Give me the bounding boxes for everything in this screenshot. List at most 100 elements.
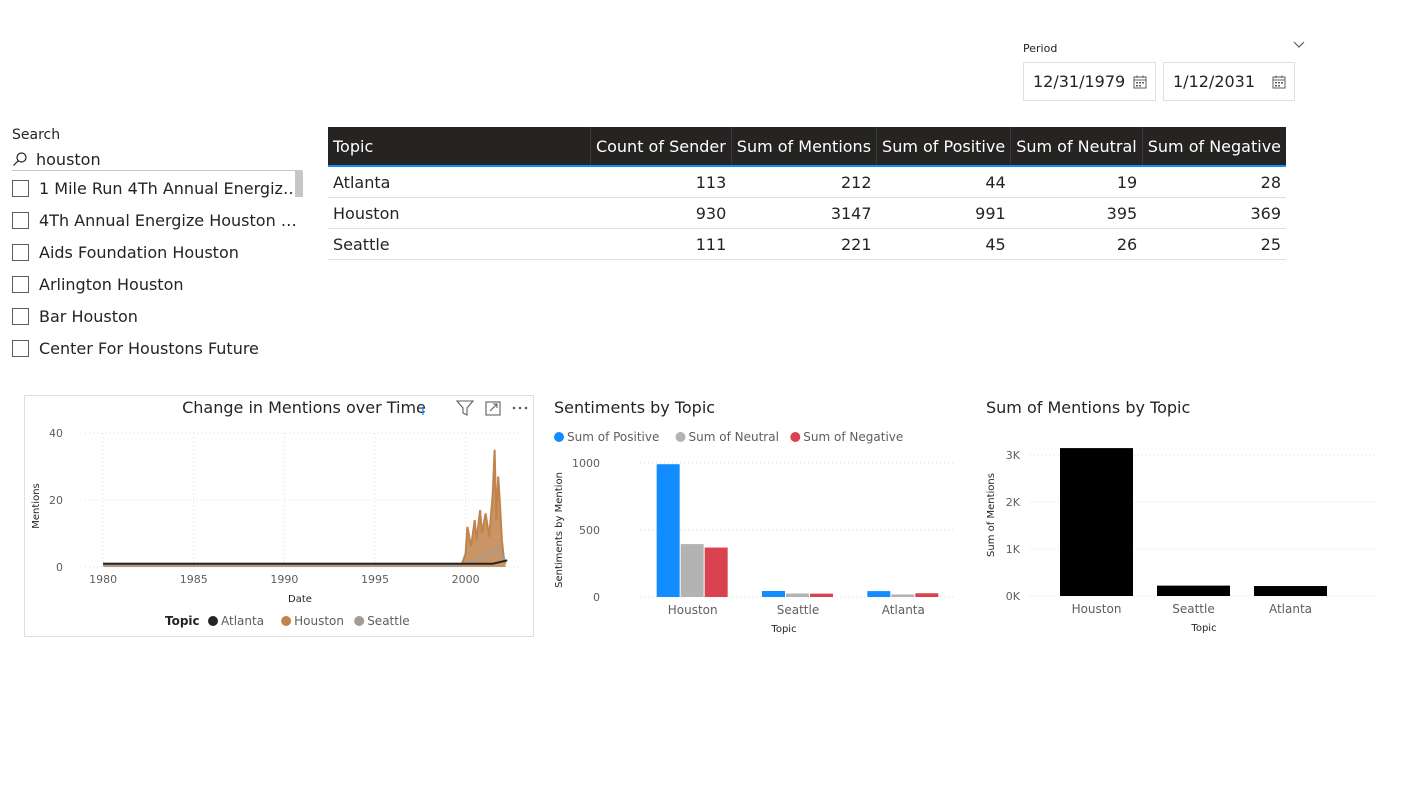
chart-title: Sentiments by Topic [554, 398, 715, 417]
slicer-item[interactable]: Arlington Houston [12, 268, 304, 300]
y-tick-label: 20 [49, 494, 63, 507]
legend-label: Houston [294, 614, 344, 628]
slicer-item[interactable]: Center For Houstons Future [12, 332, 304, 364]
period-label: Period [1023, 42, 1058, 55]
legend-label: Sum of Negative [803, 430, 903, 444]
slicer-item[interactable]: Bar Houston [12, 300, 304, 332]
table-cell: 221 [731, 228, 877, 260]
slicer-item[interactable]: 1 Mile Run 4Th Annual Energize Houston C… [12, 172, 304, 204]
sum-of-mentions-by-topic-visual[interactable]: Sum of Mentions by Topic 0K 1K 2K 3K Housto… [980, 395, 1380, 640]
slicer-scrollbar[interactable] [295, 171, 303, 197]
checkbox[interactable] [12, 179, 29, 197]
x-tick-label: 1995 [361, 573, 389, 586]
more-options-icon[interactable] [512, 406, 528, 410]
calendar-icon[interactable] [1272, 75, 1286, 89]
slicer-item-label: 4Th Annual Energize Houston Challenge [39, 210, 301, 230]
chevron-down-icon[interactable] [1292, 38, 1306, 52]
column-header-sum-of-negative[interactable]: Sum of Negative [1142, 127, 1286, 167]
y-tick-label: 2K [1006, 496, 1021, 509]
bar-sum-of-positive [656, 464, 680, 597]
legend-marker [354, 616, 365, 626]
legend-label: Seattle [367, 614, 409, 628]
column-header-sum-of-neutral[interactable]: Sum of Neutral [1010, 127, 1143, 167]
series-line-houston [103, 449, 507, 565]
mentions-over-time-visual[interactable]: Change in Mentions over Time i 0 20 40 198… [24, 395, 534, 637]
bar-sum-of-negative [915, 593, 939, 597]
y-tick-label: 500 [579, 524, 600, 537]
mentions-over-time-chart: Change in Mentions over Time i 0 20 40 198… [31, 398, 528, 628]
slicer-list: 1 Mile Run 4Th Annual Energize Houston C… [12, 172, 304, 364]
y-axis-label: Mentions [31, 483, 42, 528]
x-tick-label: 1990 [270, 573, 298, 586]
slicer-item-label: 1 Mile Run 4Th Annual Energize Houston C… [39, 178, 301, 198]
y-tick-label: 0K [1006, 590, 1021, 603]
table-cell: 19 [1010, 166, 1143, 198]
search-query: houston [36, 149, 101, 169]
checkbox[interactable] [12, 275, 29, 293]
x-axis-label: Date [288, 594, 312, 605]
legend-marker [554, 432, 564, 442]
y-tick-label: 1000 [572, 457, 600, 470]
sentiments-by-topic-chart: Sentiments by Topic Sum of Positive Sum o… [554, 398, 956, 635]
x-tick-label: Seattle [777, 603, 819, 617]
bar-sum-of-negative [704, 547, 728, 597]
x-tick-label: Houston [668, 603, 718, 617]
chart-title: Change in Mentions over Time [182, 398, 426, 417]
table-cell: 212 [731, 166, 877, 198]
filter-icon[interactable] [455, 400, 475, 416]
x-tick-label: Houston [1072, 602, 1122, 616]
slicer-item-label: Aids Foundation Houston [39, 242, 239, 262]
bar-sum-of-negative [810, 593, 833, 597]
legend-label: Sum of Neutral [689, 430, 779, 444]
chart-title: Sum of Mentions by Topic [986, 398, 1190, 417]
bar-sum-of-neutral [786, 593, 809, 597]
legend-marker [675, 432, 686, 442]
table-row[interactable]: Atlanta 113 212 44 19 28 [328, 166, 1286, 198]
table-cell: 930 [590, 197, 732, 229]
search-icon [13, 152, 27, 166]
period-start-date-input[interactable]: 12/31/1979 [1023, 62, 1156, 101]
checkbox[interactable] [12, 211, 29, 229]
period-end-date-input[interactable]: 1/12/2031 [1163, 62, 1295, 101]
chart-legend: Sum of Positive Sum of Neutral Sum of Nega… [554, 430, 903, 444]
slicer-item[interactable]: Aids Foundation Houston [12, 236, 304, 268]
table-cell: Atlanta [328, 166, 591, 198]
search-input[interactable]: houston [12, 148, 302, 171]
table-row[interactable]: Seattle 111 221 45 26 25 [328, 228, 1286, 260]
sentiments-by-topic-visual[interactable]: Sentiments by Topic Sum of Positive Sum o… [548, 395, 968, 640]
calendar-icon[interactable] [1133, 75, 1147, 89]
x-tick-label: 1985 [180, 573, 208, 586]
column-header-topic[interactable]: Topic [328, 127, 591, 167]
x-axis-label: Topic [770, 624, 796, 635]
sum-of-mentions-by-topic-chart: Sum of Mentions by Topic 0K 1K 2K 3K Housto… [986, 398, 1376, 634]
table-cell: 26 [1010, 228, 1143, 260]
y-tick-label: 1K [1006, 543, 1021, 556]
topic-table: Topic Count of Sender Sum of Mentions Su… [328, 127, 1286, 260]
slicer-item-label: Center For Houstons Future [39, 338, 259, 358]
column-header-sum-of-mentions[interactable]: Sum of Mentions [731, 127, 878, 167]
bar-sum-of-mentions [1254, 586, 1327, 596]
bar-sum-of-positive [762, 590, 785, 597]
slicer-item[interactable]: 4Th Annual Energize Houston Challenge [12, 204, 304, 236]
x-tick-label: Atlanta [1269, 602, 1312, 616]
info-icon[interactable]: i [421, 403, 425, 419]
table-row[interactable]: Houston 930 3147 991 395 369 [328, 197, 1286, 229]
column-header-count-of-sender[interactable]: Count of Sender [590, 127, 732, 167]
table-cell: 25 [1142, 228, 1286, 260]
checkbox[interactable] [12, 307, 29, 325]
y-tick-label: 0 [593, 591, 600, 604]
x-tick-label: Seattle [1172, 602, 1214, 616]
column-header-sum-of-positive[interactable]: Sum of Positive [876, 127, 1012, 167]
chart-legend: Topic Atlanta Houston Seattle [165, 614, 410, 628]
focus-mode-icon[interactable] [485, 401, 501, 416]
table-cell: 111 [590, 228, 732, 260]
checkbox[interactable] [12, 243, 29, 261]
bar-sum-of-neutral [891, 594, 915, 597]
checkbox[interactable] [12, 339, 29, 357]
series-area-houston [103, 449, 506, 567]
table-cell: 45 [876, 228, 1011, 260]
table-header-row: Topic Count of Sender Sum of Mentions Su… [328, 127, 1286, 167]
series-line-seattle [103, 544, 505, 567]
y-tick-label: 3K [1006, 449, 1021, 462]
legend-marker [790, 432, 801, 442]
